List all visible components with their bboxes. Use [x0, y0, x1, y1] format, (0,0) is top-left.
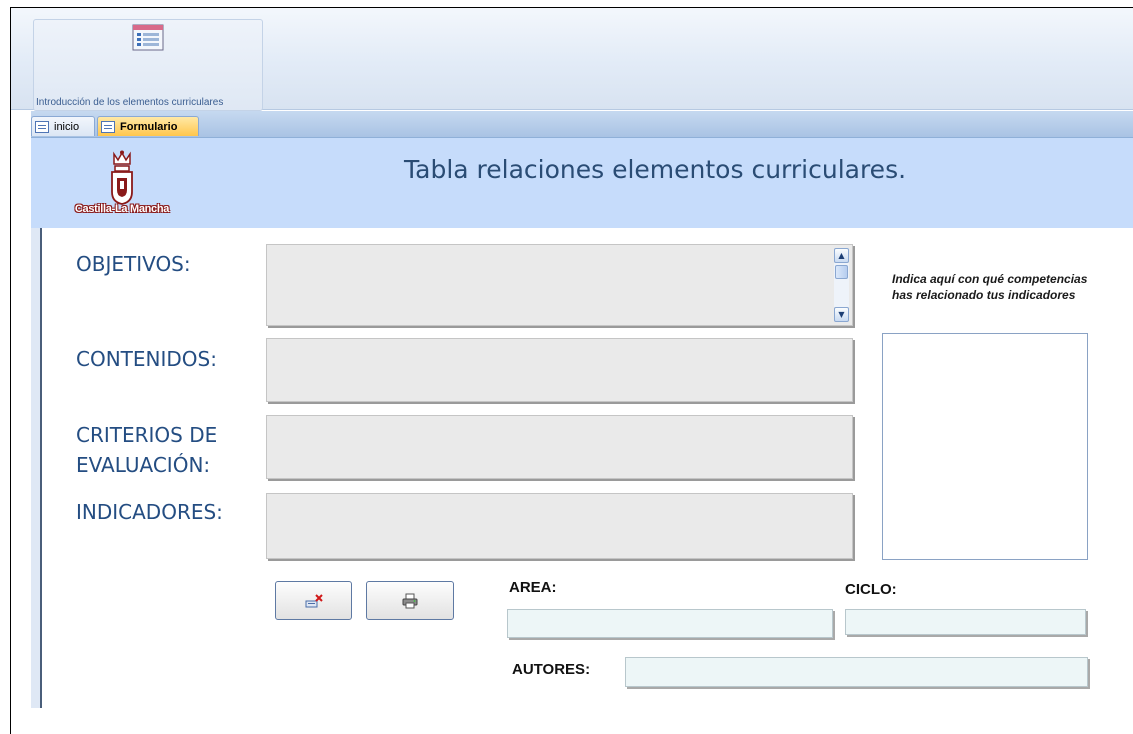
delete-record-button[interactable]: [275, 581, 352, 620]
tab-label: inicio: [54, 120, 80, 133]
ciclo-field[interactable]: [845, 609, 1086, 635]
competencias-hint: Indica aquí con qué competencias has rel…: [892, 272, 1088, 302]
scroll-down-icon[interactable]: ▼: [834, 307, 849, 322]
criterios-field[interactable]: [266, 415, 853, 479]
scroll-track[interactable]: [834, 263, 849, 307]
area-label: AREA:: [509, 579, 557, 596]
form-header: Castilla-La Mancha Tabla relaciones elem…: [31, 138, 1133, 228]
ribbon: Introducción de los elementos curricular…: [11, 8, 1133, 111]
objetivos-scrollbar[interactable]: ▲ ▼: [834, 248, 849, 322]
criterios-label: CRITERIOS DE EVALUACIÓN:: [76, 423, 218, 477]
contenidos-field[interactable]: [266, 338, 853, 402]
indicadores-field[interactable]: [266, 493, 853, 559]
tab-label: Formulario: [120, 120, 178, 133]
objetivos-label: OBJETIVOS:: [76, 252, 191, 276]
autores-field[interactable]: [625, 657, 1088, 687]
indicadores-label: INDICADORES:: [76, 500, 223, 524]
tab-formulario[interactable]: Formulario: [97, 116, 199, 136]
delete-record-icon: [305, 593, 323, 607]
ciclo-label: CICLO:: [845, 581, 897, 598]
ribbon-group-curriculares[interactable]: Introducción de los elementos curricular…: [33, 19, 263, 111]
scroll-up-icon[interactable]: ▲: [834, 248, 849, 263]
form-list-icon[interactable]: [132, 24, 164, 51]
area-field[interactable]: [507, 609, 833, 638]
print-button[interactable]: [366, 581, 454, 620]
record-selector-bar[interactable]: [31, 228, 42, 708]
document-tabs: inicio Formulario: [31, 111, 1133, 138]
scroll-thumb[interactable]: [835, 265, 848, 279]
tab-inicio[interactable]: inicio: [31, 116, 95, 136]
competencias-field[interactable]: [882, 333, 1088, 560]
autores-label: AUTORES:: [512, 661, 591, 678]
page-title: Tabla relaciones elementos curriculares.: [404, 155, 907, 184]
ribbon-group-label: Introducción de los elementos curricular…: [36, 97, 224, 108]
print-icon: [402, 593, 418, 608]
contenidos-label: CONTENIDOS:: [76, 347, 217, 371]
logo-text: Castilla-La Mancha: [74, 203, 170, 215]
objetivos-field[interactable]: ▲ ▼: [266, 244, 853, 326]
crown-crest-icon: [111, 150, 133, 205]
castilla-la-mancha-logo: Castilla-La Mancha: [74, 150, 170, 220]
form-icon: [101, 120, 115, 133]
form-icon: [35, 120, 49, 133]
